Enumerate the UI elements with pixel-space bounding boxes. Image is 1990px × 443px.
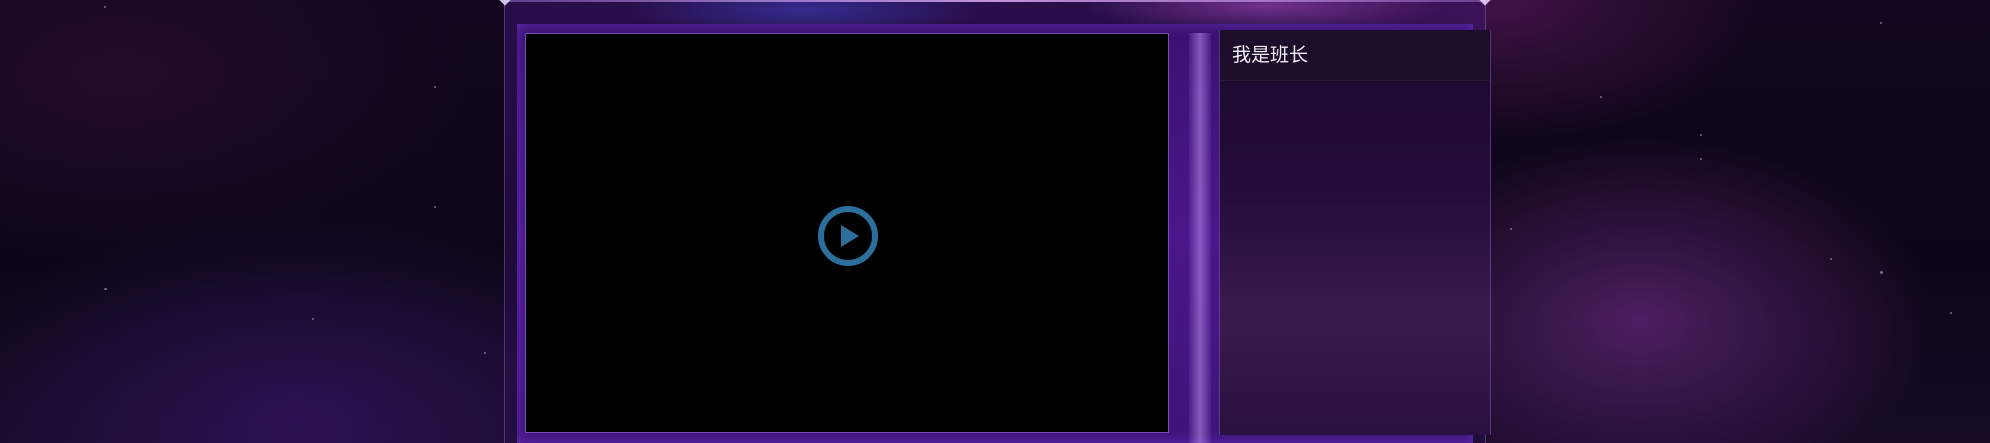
side-panel-title: 我是班长 [1232,44,1309,66]
frame-corner-left-icon [499,0,511,6]
page: 我是班长 [0,0,1990,443]
play-button[interactable] [818,206,878,266]
player-frame: 我是班长 [499,0,1491,443]
play-icon [841,225,859,247]
divider-glow [1189,33,1211,443]
frame-top-edge [505,0,1485,2]
side-panel-header: 我是班长 [1220,30,1490,81]
video-player[interactable] [525,33,1169,433]
side-panel: 我是班长 [1219,30,1491,435]
frame-corner-right-icon [1479,0,1491,6]
